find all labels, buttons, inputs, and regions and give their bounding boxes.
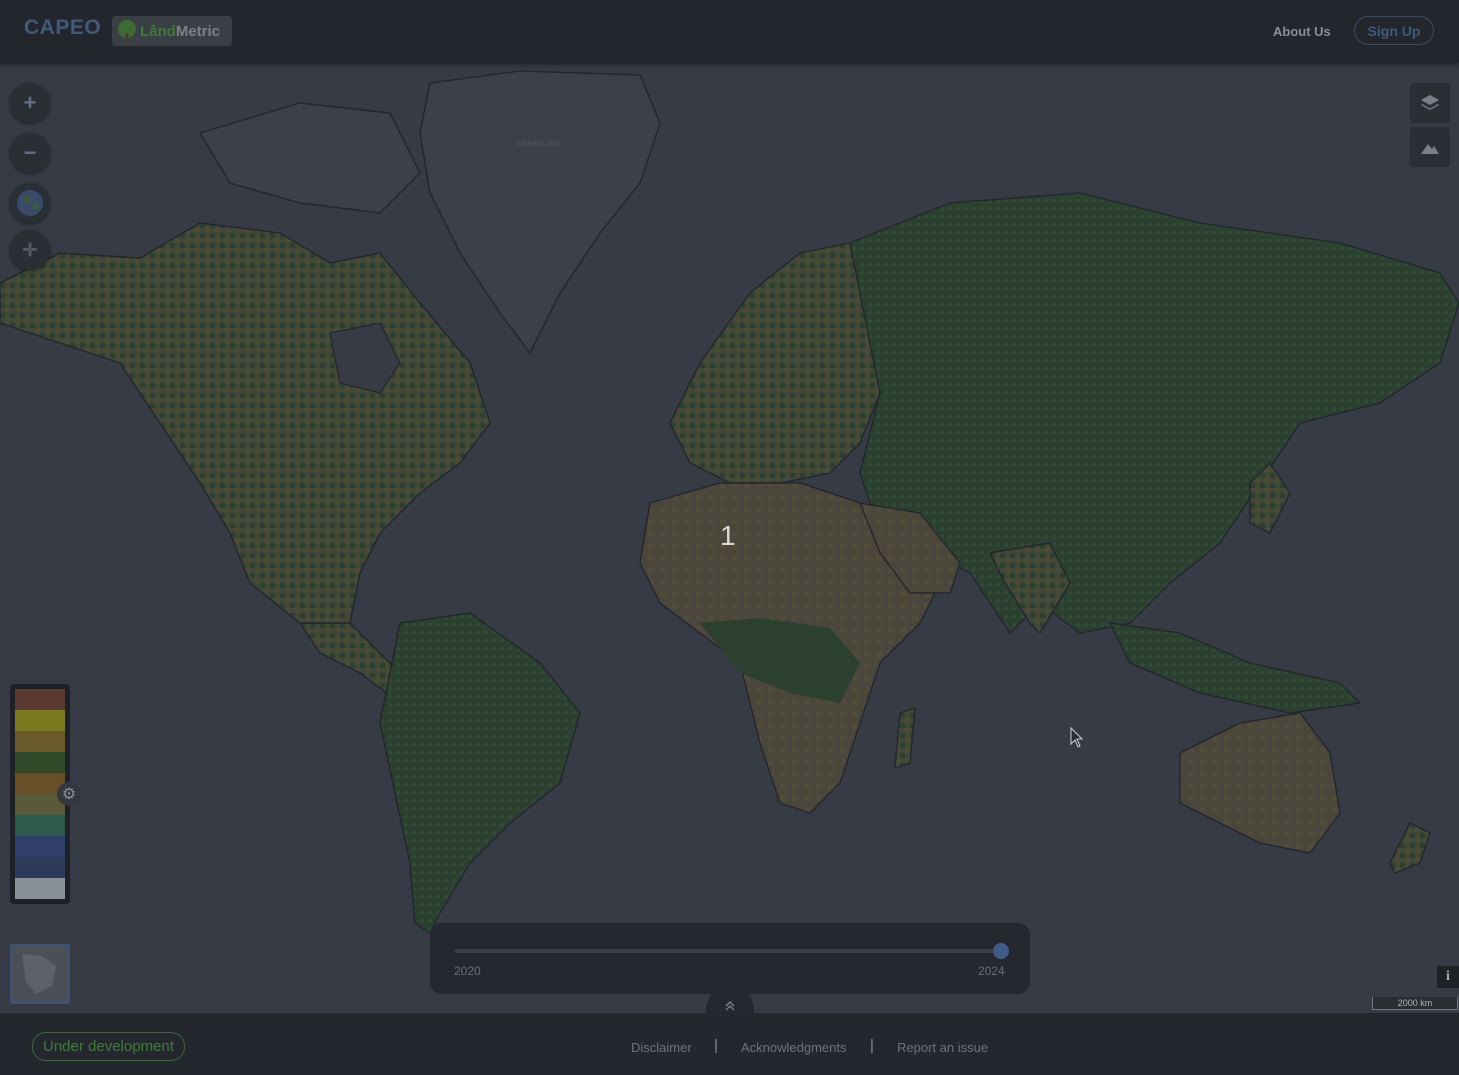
legend-swatch — [15, 836, 65, 857]
gear-icon: ⚙ — [61, 786, 77, 803]
legend-swatch — [15, 815, 65, 836]
terrain-button[interactable] — [1410, 127, 1450, 167]
under-development-badge: Under development — [32, 1032, 185, 1061]
year-slider-track[interactable] — [455, 943, 1009, 959]
info-button[interactable]: i — [1437, 966, 1459, 988]
legend-swatch — [15, 752, 65, 773]
logo-text-land: Lând — [140, 22, 176, 40]
legend-swatch — [15, 710, 65, 731]
top-navbar: CAPEO Lând Metric About Us Sign Up — [0, 0, 1459, 63]
scale-bar: 2000 km — [1372, 997, 1458, 1010]
zoom-in-button[interactable]: + — [10, 83, 50, 123]
sign-up-button[interactable]: Sign Up — [1354, 16, 1434, 45]
basemap-switcher[interactable] — [10, 944, 70, 1004]
cluster-count[interactable]: 1 — [720, 520, 736, 552]
about-us-link[interactable]: About Us — [1273, 24, 1331, 39]
legend-swatch — [15, 731, 65, 752]
landmetric-logo[interactable]: Lând Metric — [112, 16, 232, 46]
time-slider-panel: 2020 2024 — [430, 923, 1030, 994]
slider-min-label: 2020 — [454, 964, 481, 978]
footer-separator: | — [714, 1037, 718, 1054]
logo-text-metric: Metric — [175, 22, 221, 40]
layers-button[interactable] — [1410, 83, 1450, 123]
year-slider-thumb[interactable] — [993, 943, 1009, 959]
capeo-brand[interactable]: CAPEO — [24, 16, 101, 40]
legend-swatch — [15, 878, 65, 899]
footer-separator: | — [870, 1037, 874, 1054]
footer: Under development Disclaimer | Acknowled… — [0, 1013, 1459, 1075]
recenter-button[interactable]: ✛ — [10, 230, 50, 270]
report-issue-link[interactable]: Report an issue — [897, 1040, 988, 1055]
legend-swatch — [15, 857, 65, 878]
acknowledgments-link[interactable]: Acknowledgments — [741, 1040, 847, 1055]
legend-settings-button[interactable]: ⚙ — [57, 782, 81, 806]
globe-view-button[interactable] — [10, 183, 50, 223]
mountain-icon — [1421, 144, 1439, 154]
legend-swatch — [15, 689, 65, 710]
basemap-preview-icon — [12, 946, 68, 1002]
layers-icon — [1421, 95, 1439, 110]
disclaimer-link[interactable]: Disclaimer — [631, 1040, 692, 1055]
double-chevron-up-icon — [725, 1000, 735, 1011]
slider-max-label: 2024 — [978, 964, 1005, 978]
tree-icon — [118, 20, 136, 42]
year-slider-fill — [455, 949, 1001, 953]
mouse-cursor-icon — [1070, 727, 1084, 748]
globe-icon — [17, 190, 43, 216]
zoom-out-button[interactable]: − — [10, 133, 50, 173]
